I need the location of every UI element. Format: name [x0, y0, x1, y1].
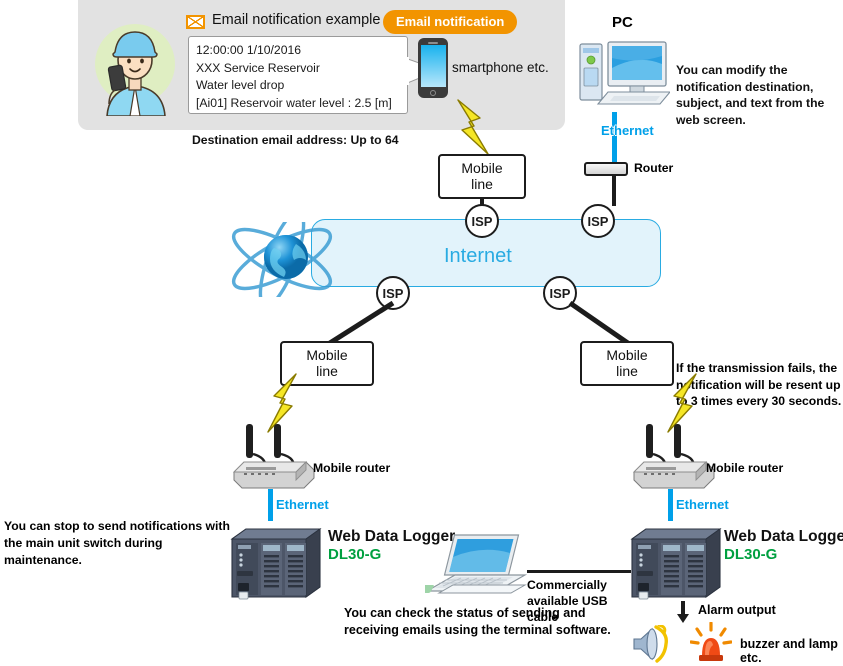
email-notification-badge: Email notification — [383, 10, 518, 34]
email-example-header: Email notification example Email notific… — [186, 10, 518, 36]
router-label: Router — [634, 161, 674, 175]
router-to-isp-link — [612, 176, 616, 206]
ethernet-cable-left — [268, 489, 273, 521]
email-line-timestamp: 12:00:00 1/10/2016 — [196, 43, 302, 57]
logger-model-left: DL30-G — [328, 546, 382, 563]
web-data-logger-icon-left — [230, 528, 322, 600]
logger-title-right: Web Data Logger — [724, 528, 843, 545]
ethernet-cable-right — [668, 489, 673, 521]
network-diagram: Email notification example Email notific… — [0, 0, 843, 666]
mobile-line-right: Mobile line — [580, 341, 674, 386]
email-body-box: 12:00:00 1/10/2016 XXX Service Reservoir… — [188, 36, 408, 114]
mobile-router-label-right: Mobile router — [706, 461, 784, 475]
laptop-icon — [425, 534, 527, 594]
warning-lamp-icon — [690, 622, 732, 661]
smartphone-icon — [418, 38, 448, 98]
down-arrow-icon — [677, 601, 689, 623]
maintenance-note: You can stop to send notifications with … — [4, 519, 230, 567]
email-example-label: Email notification example — [212, 12, 381, 28]
mobile-router-icon — [232, 424, 315, 489]
internet-label: Internet — [444, 245, 512, 267]
envelope-icon — [186, 15, 205, 29]
ethernet-label-right: Ethernet — [676, 497, 729, 512]
isp-node-top-right: ISP — [581, 204, 615, 238]
pc-title: PC — [612, 14, 633, 31]
pc-ethernet-cable — [612, 112, 617, 165]
smartphone-label: smartphone etc. — [452, 60, 549, 75]
mobile-router-icon — [632, 424, 715, 489]
usb-cable-line — [527, 570, 631, 573]
worker-avatar-icon — [95, 24, 175, 116]
email-line-measurement: [Ai01] Reservoir water level : 2.5 [m] — [196, 95, 392, 110]
email-line-site: XXX Service Reservoir — [196, 60, 320, 75]
globe-icon — [231, 222, 333, 297]
logger-model-right: DL30-G — [724, 546, 778, 563]
mobile-router-label-left: Mobile router — [313, 461, 391, 475]
mobile-line-top: Mobile line — [438, 154, 526, 199]
speaker-icon — [633, 625, 668, 663]
pc-ethernet-label: Ethernet — [601, 123, 654, 138]
isp-node-top-left: ISP — [465, 204, 499, 238]
terminal-software-note: You can check the status of sending and … — [344, 606, 611, 637]
pc-note: You can modify the notification destinat… — [676, 63, 825, 127]
pc-icon — [579, 41, 670, 105]
alarm-devices-label: buzzer and lamp etc. — [740, 637, 838, 665]
ethernet-label-left: Ethernet — [276, 497, 329, 512]
email-line-event: Water level drop — [196, 78, 285, 93]
destination-email-note: Destination email address: Up to 64 — [192, 133, 399, 147]
lightning-bolt-icon — [457, 99, 489, 155]
web-data-logger-icon-right — [630, 528, 722, 600]
alarm-output-label: Alarm output — [698, 603, 776, 617]
router-icon — [584, 162, 628, 176]
